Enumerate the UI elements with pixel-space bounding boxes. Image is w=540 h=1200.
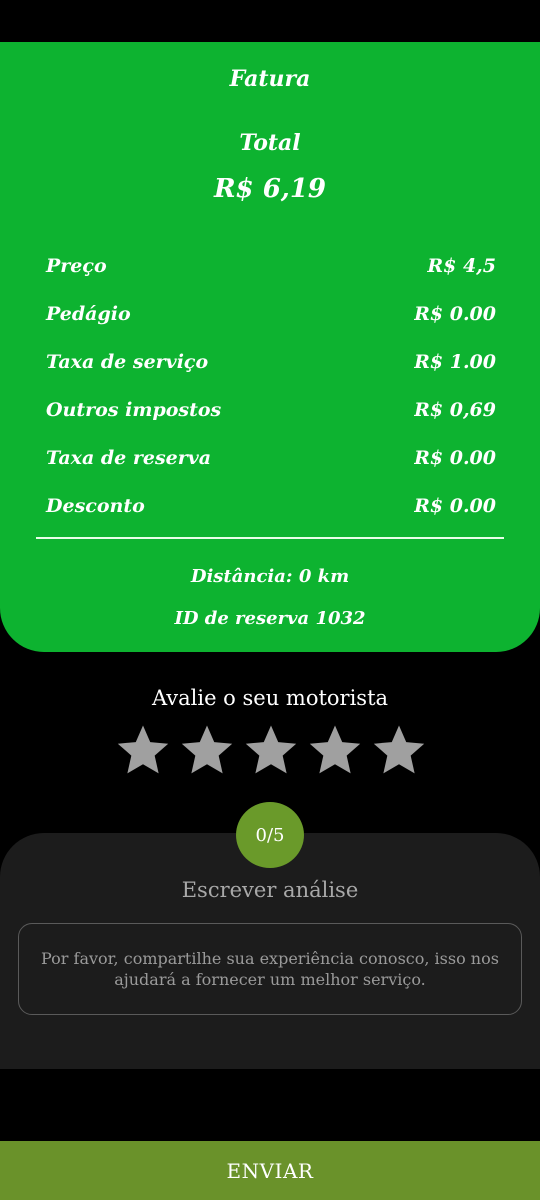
fare-row-service-fee: Taxa de serviço R$ 1.00 <box>46 338 496 386</box>
review-textarea[interactable]: Por favor, compartilhe sua experiência c… <box>18 923 522 1015</box>
star-icon-1[interactable] <box>115 722 171 778</box>
distance-text: Distância: 0 km <box>190 566 350 587</box>
screen: Fatura Total R$ 6,19 Preço R$ 4,5 Pedági… <box>0 0 540 1200</box>
submit-button[interactable]: ENVIAR <box>0 1141 540 1200</box>
fare-label: Taxa de reserva <box>46 447 212 469</box>
booking-id-text: ID de reserva 1032 <box>174 608 366 629</box>
invoice-title: Fatura <box>229 66 311 92</box>
star-rating <box>115 722 427 778</box>
fare-row-booking-fee: Taxa de reserva R$ 0.00 <box>46 434 496 482</box>
fare-value: R$ 0,69 <box>414 399 496 421</box>
total-value: R$ 6,19 <box>213 174 327 204</box>
star-icon-5[interactable] <box>371 722 427 778</box>
review-title: Escrever análise <box>181 878 359 902</box>
star-icon-3[interactable] <box>243 722 299 778</box>
fare-row-toll: Pedágio R$ 0.00 <box>46 290 496 338</box>
fare-row-price: Preço R$ 4,5 <box>46 242 496 290</box>
star-icon-4[interactable] <box>307 722 363 778</box>
invoice-card: Fatura Total R$ 6,19 Preço R$ 4,5 Pedági… <box>0 42 540 652</box>
fare-value: R$ 1.00 <box>414 351 496 373</box>
total-label: Total <box>239 130 301 156</box>
rating-count-badge: 0/5 <box>236 802 304 868</box>
fare-label: Pedágio <box>46 303 131 325</box>
fare-row-other-taxes: Outros impostos R$ 0,69 <box>46 386 496 434</box>
fare-value: R$ 0.00 <box>414 447 496 469</box>
rate-driver-title: Avalie o seu motorista <box>151 686 389 710</box>
fare-label: Desconto <box>46 495 145 517</box>
fare-breakdown: Preço R$ 4,5 Pedágio R$ 0.00 Taxa de ser… <box>46 242 496 530</box>
fare-value: R$ 4,5 <box>427 255 496 277</box>
fare-label: Outros impostos <box>46 399 222 421</box>
fare-label: Preço <box>46 255 107 277</box>
star-icon-2[interactable] <box>179 722 235 778</box>
fare-value: R$ 0.00 <box>414 303 496 325</box>
fare-label: Taxa de serviço <box>46 351 209 373</box>
divider <box>36 537 504 539</box>
fare-value: R$ 0.00 <box>414 495 496 517</box>
fare-row-discount: Desconto R$ 0.00 <box>46 482 496 530</box>
